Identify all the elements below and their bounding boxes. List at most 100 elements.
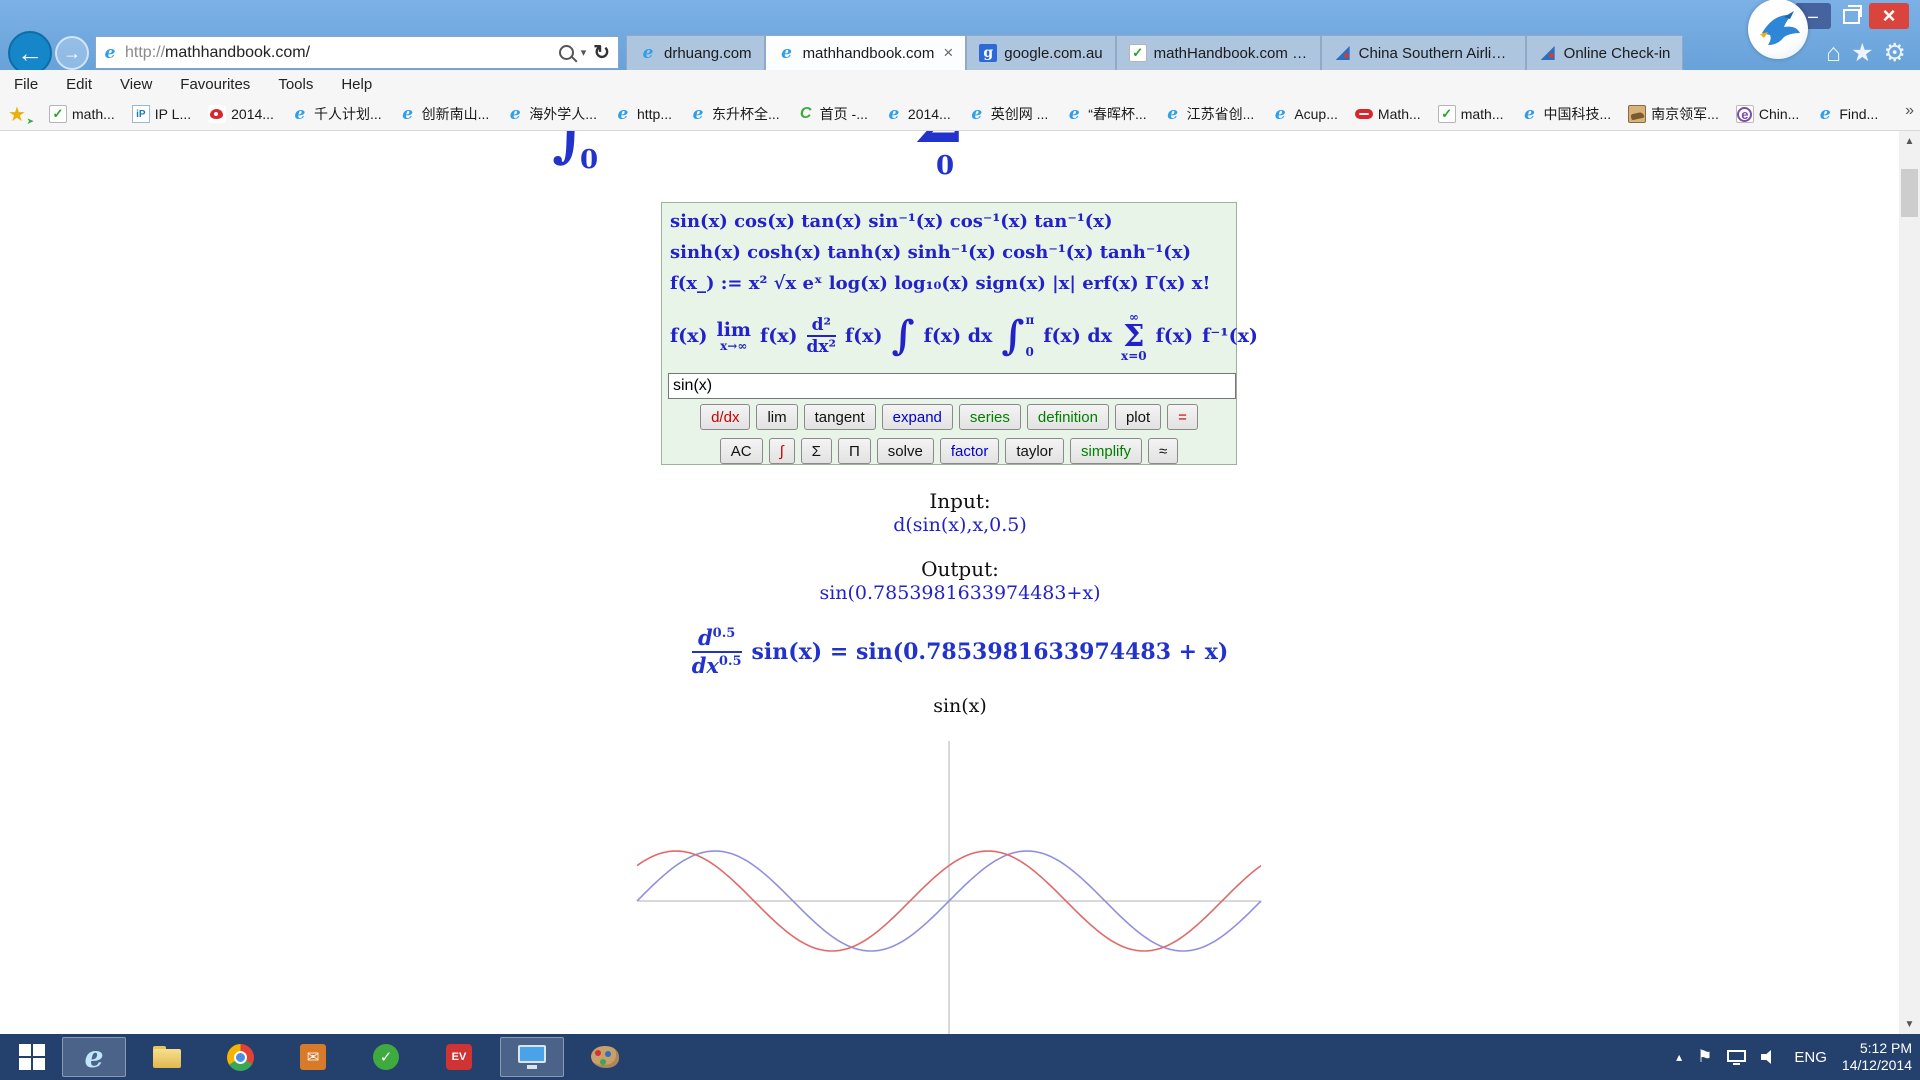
favorite-item[interactable]: 江苏省创...: [1164, 104, 1255, 124]
panel-button-solve[interactable]: solve: [877, 438, 934, 464]
language-indicator[interactable]: ENG: [1794, 1049, 1827, 1066]
restore-button[interactable]: [1836, 3, 1866, 29]
search-icon[interactable]: [559, 45, 574, 60]
panel-button-expand[interactable]: expand: [882, 404, 953, 430]
panel-button-[interactable]: ≈: [1148, 438, 1178, 464]
favorites-overflow-chevron-icon[interactable]: »: [1905, 102, 1914, 120]
panel-button-AC[interactable]: AC: [720, 438, 763, 464]
home-icon[interactable]: ⌂: [1826, 36, 1841, 70]
panel-button-series[interactable]: series: [959, 404, 1021, 430]
favorite-item[interactable]: 东升杯全...: [689, 104, 780, 124]
panel-formula-row-hyperbolic[interactable]: sinh(x) cosh(x) tanh(x) sinh⁻¹(x) cosh⁻¹…: [670, 242, 1191, 263]
favorite-item[interactable]: 2014...: [208, 105, 274, 123]
network-icon[interactable]: [1727, 1050, 1746, 1065]
favorite-item[interactable]: 南京领军...: [1628, 104, 1719, 124]
close-button[interactable]: ×: [1869, 3, 1909, 29]
fx-token[interactable]: f(x): [760, 325, 797, 347]
tab-close-icon[interactable]: ×: [943, 43, 953, 63]
expression-input[interactable]: [668, 373, 1236, 399]
browser-tab[interactable]: google.com.au: [966, 35, 1115, 70]
favorite-item[interactable]: 千人计划...: [291, 104, 382, 124]
favorite-item[interactable]: 2014...: [885, 105, 951, 123]
inverse-function-token[interactable]: f⁻¹(x): [1202, 325, 1258, 347]
integral-token[interactable]: ∫: [891, 318, 914, 354]
taskbar-app-green-app[interactable]: [354, 1037, 418, 1077]
favorite-item[interactable]: math...: [49, 105, 115, 123]
browser-tab[interactable]: drhuang.com: [626, 35, 765, 70]
address-bar[interactable]: http://mathhandbook.com/ ▾ ↻: [95, 36, 619, 69]
favorites-star-icon[interactable]: ★: [1851, 36, 1873, 70]
favorite-item[interactable]: Find...: [1816, 105, 1878, 123]
fx-token[interactable]: f(x): [670, 325, 707, 347]
summation-token[interactable]: ∞ Σ x=0: [1121, 311, 1147, 362]
favorite-item[interactable]: 英创网 ...: [968, 104, 1049, 124]
menu-item-file[interactable]: File: [14, 76, 38, 93]
panel-button-factor[interactable]: factor: [940, 438, 1000, 464]
search-dropdown-caret-icon[interactable]: ▾: [581, 46, 587, 59]
show-hidden-icons-chevron-icon[interactable]: ▴: [1676, 1050, 1682, 1064]
taskbar-app-explorer[interactable]: [135, 1037, 199, 1077]
browser-tab[interactable]: Online Check-in: [1526, 35, 1684, 70]
favorite-item[interactable]: 中国科技...: [1521, 104, 1612, 124]
favorite-item[interactable]: 海外学人...: [506, 104, 597, 124]
refresh-icon[interactable]: ↻: [593, 40, 610, 65]
vertical-scrollbar[interactable]: ▲ ▼: [1899, 131, 1920, 1034]
panel-button-ddx[interactable]: d/dx: [700, 404, 750, 430]
taskbar-app-paint[interactable]: [573, 1037, 637, 1077]
favorite-item[interactable]: 首页 -...: [797, 104, 868, 124]
browser-tab[interactable]: mathHandbook.com -...: [1116, 35, 1321, 70]
scrollbar-up-arrow-icon[interactable]: ▲: [1899, 131, 1920, 151]
settings-gear-icon[interactable]: ⚙: [1884, 36, 1906, 70]
action-center-flag-icon[interactable]: ⚑: [1697, 1047, 1712, 1067]
start-button[interactable]: [8, 1038, 56, 1076]
limit-token[interactable]: lim x→∞: [716, 321, 751, 352]
fx-token[interactable]: f(x): [845, 325, 882, 347]
browser-tab[interactable]: China Southern Airline...: [1321, 35, 1526, 70]
favorite-item[interactable]: Math...: [1355, 106, 1421, 122]
favorite-item[interactable]: math...: [1438, 105, 1504, 123]
favorite-item[interactable]: Acup...: [1271, 105, 1338, 123]
fx-token[interactable]: f(x): [1156, 325, 1193, 347]
panel-button-lim[interactable]: lim: [756, 404, 797, 430]
back-button[interactable]: ←: [8, 31, 52, 75]
taskbar-app-recorder[interactable]: [427, 1037, 491, 1077]
panel-button-[interactable]: ∫: [769, 438, 795, 464]
integrand-token[interactable]: f(x) dx: [924, 325, 993, 347]
browser-tab[interactable]: mathhandbook.com×: [765, 35, 967, 70]
panel-button-[interactable]: =: [1167, 404, 1198, 430]
favorite-item[interactable]: IP L...: [132, 105, 191, 123]
clock[interactable]: 5:12 PM 14/12/2014: [1842, 1040, 1912, 1074]
menu-item-tools[interactable]: Tools: [278, 76, 313, 93]
forward-button[interactable]: →: [55, 36, 89, 70]
favorite-item[interactable]: 创新南山...: [399, 104, 490, 124]
taskbar-app-chrome[interactable]: [208, 1037, 272, 1077]
panel-formula-row-calculus[interactable]: f(x) lim x→∞ f(x) d² dx² f(x) ∫ f(x) dx …: [670, 305, 1258, 367]
panel-button-taylor[interactable]: taylor: [1005, 438, 1064, 464]
favorite-item[interactable]: Chin...: [1736, 105, 1799, 123]
menu-item-edit[interactable]: Edit: [66, 76, 92, 93]
panel-button-tangent[interactable]: tangent: [804, 404, 876, 430]
panel-button-[interactable]: Π: [838, 438, 871, 464]
panel-button-plot[interactable]: plot: [1115, 404, 1161, 430]
menu-item-favourites[interactable]: Favourites: [180, 76, 250, 93]
panel-button-[interactable]: Σ: [801, 438, 832, 464]
volume-icon[interactable]: [1761, 1049, 1779, 1065]
favorite-item[interactable]: “春晖杯...: [1065, 104, 1146, 124]
panel-formula-row-functions[interactable]: f(x_) := x² √x eˣ log(x) log₁₀(x) sign(x…: [670, 273, 1210, 294]
scrollbar-thumb[interactable]: [1901, 169, 1918, 217]
add-favorite-star-icon[interactable]: ★: [8, 102, 32, 127]
integrand-token[interactable]: f(x) dx: [1043, 325, 1112, 347]
panel-button-simplify[interactable]: simplify: [1070, 438, 1142, 464]
panel-formula-row-trig[interactable]: sin(x) cos(x) tan(x) sin⁻¹(x) cos⁻¹(x) t…: [670, 211, 1113, 232]
definite-integral-token[interactable]: ∫ π 0: [1001, 314, 1034, 358]
second-derivative-token[interactable]: d² dx²: [807, 316, 836, 356]
menu-item-help[interactable]: Help: [341, 76, 372, 93]
taskbar-app-ie[interactable]: [62, 1037, 126, 1077]
taskbar-app-outlook[interactable]: [281, 1037, 345, 1077]
favorite-item[interactable]: http...: [614, 105, 672, 123]
menu-item-view[interactable]: View: [120, 76, 152, 93]
url-text[interactable]: http://mathhandbook.com/: [125, 44, 559, 62]
scrollbar-down-arrow-icon[interactable]: ▼: [1899, 1014, 1920, 1034]
taskbar-app-display-app[interactable]: [500, 1037, 564, 1077]
panel-button-definition[interactable]: definition: [1027, 404, 1109, 430]
